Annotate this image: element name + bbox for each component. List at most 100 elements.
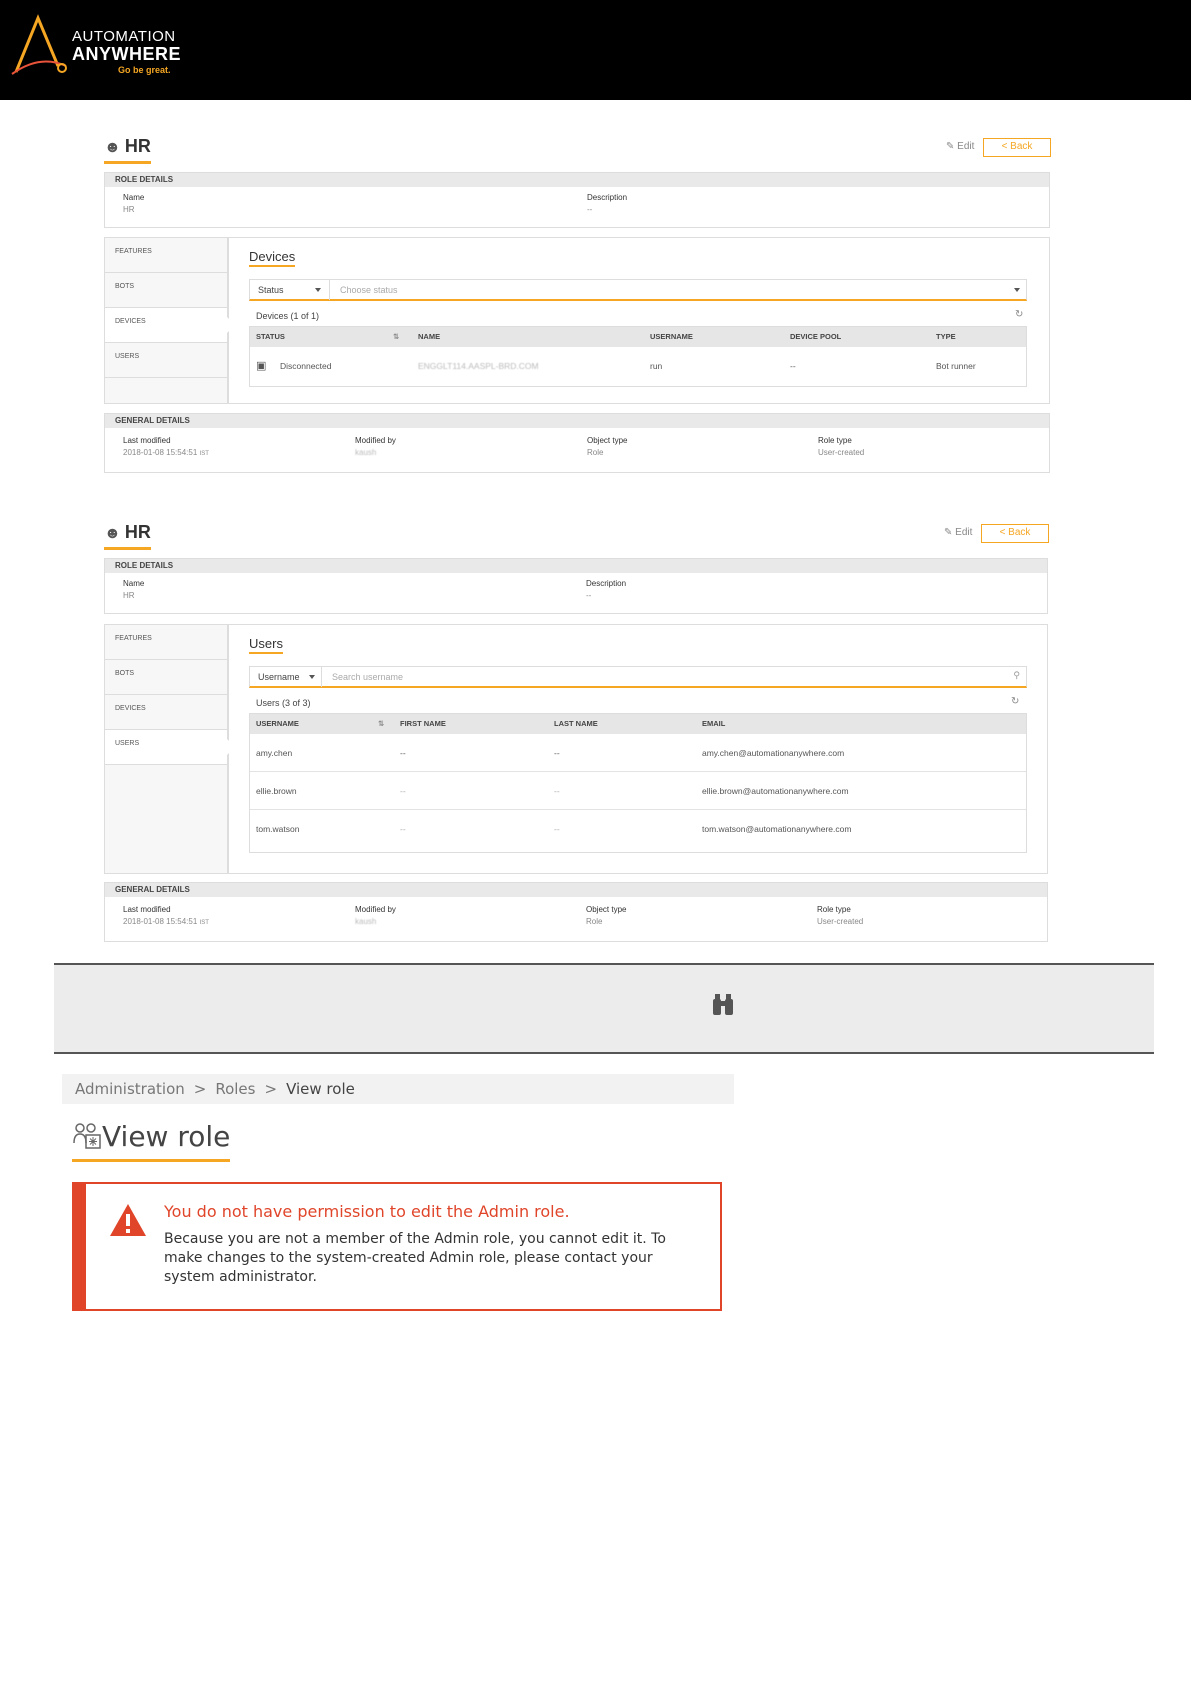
nav-bots[interactable]: BOTS bbox=[105, 660, 227, 695]
user-email: tom.watson@automationanywhere.com bbox=[702, 824, 852, 834]
devices-count: Devices (1 of 1) bbox=[256, 311, 320, 321]
refresh-icon[interactable]: ↻ bbox=[1015, 309, 1023, 320]
nav-features[interactable]: FEATURES bbox=[105, 238, 227, 273]
chevron-down-icon[interactable] bbox=[1014, 288, 1020, 292]
last-modified-label: Last modified bbox=[123, 436, 171, 445]
role-content-box: FEATURES BOTS DEVICES USERS Users Userna… bbox=[104, 624, 1048, 874]
search-username-input[interactable]: Search username bbox=[332, 667, 403, 687]
username-filter-bar[interactable]: Username Search username ⚲ bbox=[249, 666, 1027, 688]
nav-features[interactable]: FEATURES bbox=[105, 625, 227, 660]
devices-role-panel: ☻ HR ✎ Edit < Back ROLE DETAILS Name HR D… bbox=[104, 136, 1051, 476]
col-first-name[interactable]: FIRST NAME bbox=[400, 714, 446, 734]
nav-users[interactable]: USERS bbox=[105, 343, 227, 378]
user-first-name: -- bbox=[400, 824, 406, 834]
pencil-icon: ✎ bbox=[946, 141, 955, 152]
table-header: STATUS ⇅ NAME USERNAME DEVICE POOL TYPE bbox=[250, 327, 1026, 347]
monitor-icon: ▣ bbox=[256, 360, 267, 372]
name-value: HR bbox=[123, 205, 135, 214]
col-device-pool[interactable]: DEVICE POOL bbox=[790, 327, 841, 347]
table-header: USERNAME ⇅ FIRST NAME LAST NAME EMAIL bbox=[250, 714, 1026, 734]
user-username: ellie.brown bbox=[256, 786, 297, 796]
col-name[interactable]: NAME bbox=[418, 327, 440, 347]
side-nav: FEATURES BOTS DEVICES USERS bbox=[105, 625, 235, 873]
device-name: ENGGLT114.AASPL-BRD.COM bbox=[418, 361, 539, 371]
nav-devices[interactable]: DEVICES bbox=[105, 695, 227, 730]
users-count: Users (3 of 3) bbox=[256, 698, 311, 708]
logo-a-icon bbox=[11, 14, 67, 75]
status-filter-bar[interactable]: Status Choose status bbox=[249, 279, 1027, 301]
edit-link[interactable]: ✎ Edit bbox=[944, 527, 972, 538]
device-type: Bot runner bbox=[936, 361, 976, 371]
nav-users[interactable]: USERS bbox=[105, 730, 235, 765]
nav-bots[interactable]: BOTS bbox=[105, 273, 227, 308]
back-button[interactable]: < Back bbox=[983, 138, 1051, 157]
name-label: Name bbox=[123, 579, 145, 588]
table-row[interactable]: amy.chen -- -- amy.chen@automationanywhe… bbox=[250, 734, 1026, 772]
user-first-name: -- bbox=[400, 748, 406, 758]
role-type-label: Role type bbox=[817, 905, 851, 914]
general-details-header: GENERAL DETAILS bbox=[105, 414, 1049, 428]
sort-icon[interactable]: ⇅ bbox=[378, 714, 384, 734]
description-value: -- bbox=[586, 591, 592, 600]
alert-body: Because you are not a member of the Admi… bbox=[164, 1231, 666, 1285]
description-value: -- bbox=[587, 205, 593, 214]
table-row[interactable]: ellie.brown -- -- ellie.brown@automation… bbox=[250, 772, 1026, 810]
breadcrumb-roles[interactable]: Roles bbox=[215, 1080, 255, 1098]
search-icon[interactable]: ⚲ bbox=[1013, 670, 1020, 681]
page-title: View role bbox=[72, 1120, 231, 1162]
description-label: Description bbox=[586, 579, 627, 588]
name-label: Name bbox=[123, 193, 145, 202]
nav-devices[interactable]: DEVICES bbox=[105, 308, 235, 343]
object-type-value: Role bbox=[586, 917, 603, 926]
general-details-box: GENERAL DETAILS Last modified 2018-01-08… bbox=[104, 882, 1048, 942]
col-status[interactable]: STATUS bbox=[256, 327, 285, 347]
col-email[interactable]: EMAIL bbox=[702, 714, 725, 734]
logo-line2: ANYWHERE bbox=[72, 44, 182, 64]
description-label: Description bbox=[587, 193, 628, 202]
breadcrumb-separator: > bbox=[264, 1080, 278, 1098]
role-details-box: ROLE DETAILS Name HR Description -- bbox=[104, 172, 1050, 228]
status-select[interactable]: Status bbox=[250, 280, 330, 300]
col-type[interactable]: TYPE bbox=[936, 327, 956, 347]
edit-link[interactable]: ✎ Edit bbox=[946, 141, 974, 152]
permission-alert: You do not have permission to edit the A… bbox=[72, 1182, 722, 1311]
col-last-name[interactable]: LAST NAME bbox=[554, 714, 598, 734]
header-banner: AUTOMATION ANYWHERE Go be great. bbox=[0, 0, 1191, 100]
chevron-down-icon bbox=[309, 675, 315, 679]
alert-title: You do not have permission to edit the A… bbox=[164, 1202, 570, 1221]
object-type-label: Object type bbox=[587, 436, 628, 445]
section-title: Users bbox=[249, 636, 283, 654]
user-username: amy.chen bbox=[256, 748, 293, 758]
user-last-name: -- bbox=[554, 824, 560, 834]
object-type-value: Role bbox=[587, 448, 604, 457]
general-details-box: GENERAL DETAILS Last modified 2018-01-08… bbox=[104, 413, 1050, 473]
role-title: ☻ HR bbox=[104, 522, 151, 550]
section-divider bbox=[54, 963, 1154, 1054]
logo-line1: AUTOMATION bbox=[72, 28, 176, 45]
general-details-header: GENERAL DETAILS bbox=[105, 883, 1047, 897]
users-table: USERNAME ⇅ FIRST NAME LAST NAME EMAIL am… bbox=[249, 713, 1027, 853]
user-last-name: -- bbox=[554, 748, 560, 758]
breadcrumb-administration[interactable]: Administration bbox=[75, 1080, 185, 1098]
warning-icon bbox=[110, 1204, 146, 1236]
role-details-box: ROLE DETAILS Name HR Description -- bbox=[104, 558, 1048, 614]
last-modified-value: 2018-01-08 15:54:51 IST bbox=[123, 917, 209, 926]
status-input[interactable]: Choose status bbox=[340, 280, 398, 300]
col-username[interactable]: USERNAME bbox=[256, 714, 299, 734]
sort-icon[interactable]: ⇅ bbox=[393, 327, 399, 347]
pencil-icon: ✎ bbox=[944, 527, 953, 538]
back-button[interactable]: < Back bbox=[981, 524, 1049, 543]
object-type-label: Object type bbox=[586, 905, 627, 914]
modified-by-label: Modified by bbox=[355, 905, 396, 914]
last-modified-value: 2018-01-08 15:54:51 IST bbox=[123, 448, 209, 457]
table-row[interactable]: tom.watson -- -- tom.watson@automationan… bbox=[250, 810, 1026, 848]
users-group-icon: ☻ bbox=[104, 525, 121, 542]
role-details-header: ROLE DETAILS bbox=[105, 559, 1047, 573]
binoculars-icon bbox=[713, 994, 733, 1015]
table-row[interactable]: ▣ Disconnected ENGGLT114.AASPL-BRD.COM r… bbox=[250, 347, 1026, 385]
username-select[interactable]: Username bbox=[250, 667, 322, 687]
modified-by-value: kaush bbox=[355, 448, 377, 457]
refresh-icon[interactable]: ↻ bbox=[1011, 696, 1019, 707]
modified-by-label: Modified by bbox=[355, 436, 396, 445]
col-username[interactable]: USERNAME bbox=[650, 327, 693, 347]
